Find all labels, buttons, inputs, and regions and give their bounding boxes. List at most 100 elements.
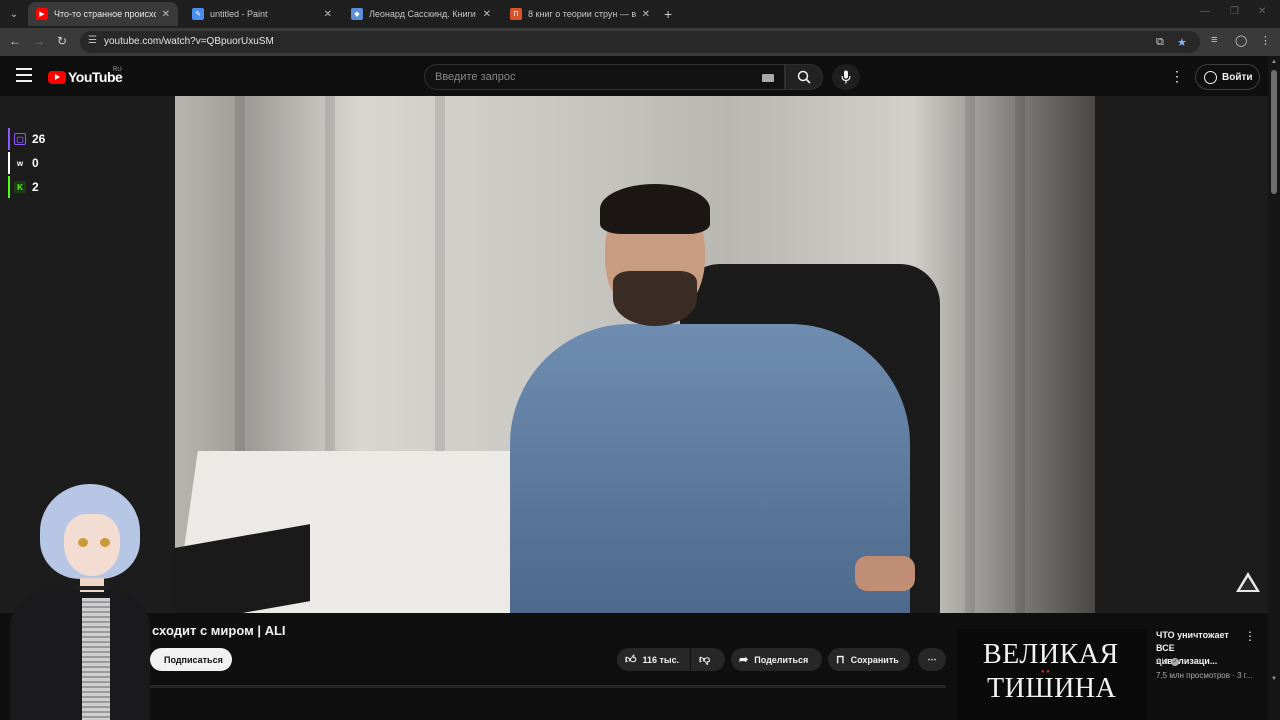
signin-button[interactable]: Войти <box>1195 64 1260 90</box>
tab-string-theory[interactable]: П 8 книг о теории струн — все с ✕ <box>502 2 658 26</box>
scrollbar-thumb[interactable] <box>1271 70 1277 194</box>
install-app-icon[interactable]: ⧉ <box>1156 36 1164 49</box>
curtain-fold <box>965 96 975 613</box>
keyboard-icon[interactable] <box>762 74 774 82</box>
recommended-kebab-icon[interactable]: ⋮ <box>1244 629 1256 643</box>
tab-susskind[interactable]: ◆ Леонард Сасскинд. Книги онл ✕ <box>343 2 499 26</box>
maximize-icon[interactable]: ❐ <box>1230 6 1239 17</box>
country-code: RU <box>113 67 122 73</box>
stream-counters: ▢ 26 w 0 K 2 <box>8 128 45 200</box>
url-text: youtube.com/watch?v=QBpuorUxuSM <box>104 36 274 47</box>
search-input[interactable]: Введите запрос <box>424 64 785 90</box>
search-icon <box>797 70 811 84</box>
menu-icon[interactable] <box>16 68 32 82</box>
youtube-play-icon <box>48 70 66 84</box>
profile-icon[interactable]: ◯ <box>1235 34 1247 47</box>
close-icon[interactable]: ✕ <box>162 9 170 20</box>
close-window-icon[interactable]: ✕ <box>1258 6 1266 17</box>
warning-triangle-icon <box>1236 572 1260 592</box>
account-icon <box>1204 70 1217 84</box>
person-shirt-graphic <box>510 324 910 613</box>
browser-menu-icon[interactable]: ⋮ <box>1260 34 1271 47</box>
bookmark-icon: ⊓ <box>836 654 845 666</box>
more-actions-button[interactable]: ⋯ <box>918 648 946 671</box>
tab-title: Леонард Сасскинд. Книги онл <box>369 9 477 19</box>
share-icon: ➦ <box>739 654 749 666</box>
close-icon[interactable]: ✕ <box>324 9 332 20</box>
tab-paint[interactable]: ✎ untitled - Paint ✕ <box>184 2 340 26</box>
w-viewer-counter: w 0 <box>8 152 45 174</box>
counter-value: 26 <box>32 132 46 146</box>
tab-search-button[interactable]: ⌄ <box>4 4 24 24</box>
browser-tabstrip: ⌄ ▶ Что-то странное происходит с ✕ ✎ unt… <box>0 0 1280 28</box>
person-hand-graphic <box>855 556 915 591</box>
youtube-logo[interactable]: YouTube <box>48 69 123 85</box>
back-icon[interactable]: ← <box>6 34 24 48</box>
counter-value: 0 <box>32 156 39 170</box>
like-button[interactable]: 👍︎ 116 тыс. <box>617 648 690 671</box>
thumbs-up-icon: 👍︎ <box>625 654 637 666</box>
kick-viewer-counter: K 2 <box>8 176 45 198</box>
bookmark-star-icon[interactable]: ★ <box>1177 36 1187 49</box>
curtain-fold <box>1015 96 1025 613</box>
like-count: 116 тыс. <box>642 654 680 665</box>
avatar-eye-icon <box>78 538 88 547</box>
video-stage <box>0 96 1268 613</box>
more-horizontal-icon: ⋯ <box>927 654 937 664</box>
tab-youtube[interactable]: ▶ Что-то странное происходит с ✕ <box>28 2 178 26</box>
page-scrollbar[interactable]: ▲ ▼ <box>1268 56 1280 720</box>
site-icon: ◆ <box>351 8 363 20</box>
recommended-channel[interactable]: ALI ✓ <box>1156 657 1180 666</box>
verified-icon: ✓ <box>1171 657 1180 666</box>
dislike-button[interactable]: 👎︎ <box>691 648 725 671</box>
save-label: Сохранить <box>850 654 899 665</box>
avatar-face <box>64 514 120 576</box>
stage-right-margin <box>1095 96 1268 613</box>
tab-title: untitled - Paint <box>210 9 268 19</box>
site-info-icon[interactable]: ☰ <box>88 35 97 46</box>
signin-label: Войти <box>1222 71 1253 83</box>
share-label: Поделиться <box>754 654 809 665</box>
thumb-text-line1: ВЕЛИКАЯ <box>983 639 1119 670</box>
person-beard-graphic <box>613 271 697 326</box>
settings-kebab-icon[interactable]: ⋮ <box>1170 68 1184 85</box>
recommended-thumbnail[interactable]: ВЕЛИКАЯ ● ● ТИШИНА <box>957 629 1147 720</box>
address-bar[interactable]: ☰ youtube.com/watch?v=QBpuorUxuSM ⧉ ★ <box>80 31 1200 53</box>
close-icon[interactable]: ✕ <box>483 9 491 20</box>
avatar-eye-icon <box>100 538 110 547</box>
video-info-section: U сходит с миром | ALI Подписаться 👍︎ 11… <box>0 613 1268 720</box>
forward-icon[interactable]: → <box>30 34 48 48</box>
recommended-channel-name: ALI <box>1156 657 1169 666</box>
kick-icon: K <box>14 181 26 193</box>
avatar-hoodie <box>10 590 150 720</box>
scroll-up-icon[interactable]: ▲ <box>1271 59 1277 65</box>
twitch-icon: ▢ <box>14 133 26 145</box>
youtube-icon: ▶ <box>36 8 48 20</box>
video-player[interactable] <box>175 96 1095 613</box>
recommended-meta: 7,5 млн просмотров · 3 г... <box>1156 671 1253 680</box>
youtube-masthead: YouTube RU Введите запрос ⋮ Войти <box>0 56 1268 96</box>
twitch-viewer-counter: ▢ 26 <box>8 128 45 150</box>
person-hair-graphic <box>600 184 710 234</box>
share-button[interactable]: ➦ Поделиться <box>731 648 822 671</box>
media-icon[interactable]: ≡ <box>1211 34 1217 46</box>
search-placeholder: Введите запрос <box>435 71 516 83</box>
save-button[interactable]: ⊓ Сохранить <box>828 648 910 671</box>
paint-icon: ✎ <box>192 8 204 20</box>
minimize-icon[interactable]: — <box>1200 6 1210 17</box>
counter-value: 2 <box>32 180 39 194</box>
avatar-shirt <box>82 598 110 720</box>
search-button[interactable] <box>785 64 823 90</box>
close-icon[interactable]: ✕ <box>642 9 650 20</box>
voice-search-button[interactable] <box>832 64 860 90</box>
scroll-down-icon[interactable]: ▼ <box>1271 676 1277 682</box>
reload-icon[interactable]: ↻ <box>53 34 71 48</box>
pi-icon: П <box>510 8 522 20</box>
browser-toolbar: ← → ↻ ☰ youtube.com/watch?v=QBpuorUxuSM … <box>0 28 1280 56</box>
vtuber-avatar-overlay <box>0 480 175 720</box>
thumbs-down-icon: 👎︎ <box>699 654 711 666</box>
w-icon: w <box>16 158 24 168</box>
thumb-text-line2: ТИШИНА <box>987 673 1117 704</box>
description-divider <box>150 685 946 688</box>
new-tab-icon[interactable]: + <box>664 6 672 22</box>
